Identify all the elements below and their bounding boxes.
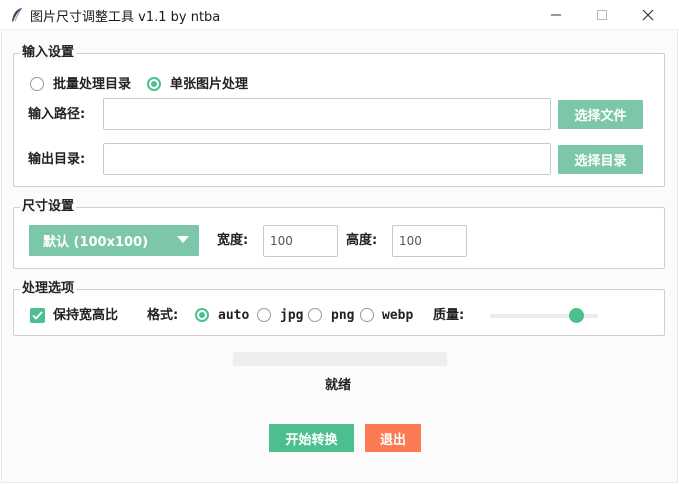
format-radio-jpg[interactable] bbox=[257, 308, 271, 322]
minimize-icon bbox=[551, 14, 561, 16]
exit-button[interactable]: 退出 bbox=[365, 424, 421, 452]
maximize-button[interactable] bbox=[579, 0, 625, 30]
input-settings-legend: 输入设置 bbox=[20, 45, 77, 61]
minimize-button[interactable] bbox=[533, 0, 579, 30]
format-label-png[interactable]: png bbox=[331, 308, 354, 324]
close-icon bbox=[642, 9, 654, 21]
format-label-auto[interactable]: auto bbox=[218, 308, 249, 324]
quality-label: 质量: bbox=[433, 308, 465, 323]
format-label-jpg[interactable]: jpg bbox=[280, 308, 303, 324]
start-button[interactable]: 开始转换 bbox=[269, 424, 354, 452]
maximize-icon bbox=[597, 10, 607, 20]
quality-slider-thumb[interactable] bbox=[568, 308, 584, 323]
height-label: 高度: bbox=[346, 233, 378, 248]
choose-dir-button[interactable]: 选择目录 bbox=[558, 145, 643, 174]
format-label: 格式: bbox=[147, 308, 179, 323]
size-settings-legend: 尺寸设置 bbox=[20, 199, 77, 215]
format-label-webp[interactable]: webp bbox=[382, 308, 413, 324]
single-mode-radio[interactable] bbox=[147, 77, 161, 91]
size-preset-dropdown[interactable]: 默认 (100x100) bbox=[29, 225, 199, 256]
format-radio-auto[interactable] bbox=[195, 308, 209, 322]
format-radio-png[interactable] bbox=[308, 308, 322, 322]
output-dir-label: 输出目录: bbox=[28, 152, 86, 167]
options-legend: 处理选项 bbox=[20, 281, 77, 297]
width-label: 宽度: bbox=[217, 233, 249, 248]
input-path-label: 输入路径: bbox=[28, 107, 86, 122]
height-field[interactable]: 100 bbox=[392, 225, 467, 257]
batch-mode-radio[interactable] bbox=[30, 77, 44, 91]
output-dir-field[interactable] bbox=[103, 143, 551, 175]
title-bar: 图片尺寸调整工具 v1.1 by ntba bbox=[0, 0, 679, 30]
input-path-field[interactable] bbox=[103, 98, 551, 130]
feather-icon bbox=[12, 7, 23, 22]
size-preset-value: 默认 (100x100) bbox=[43, 235, 149, 250]
single-mode-label[interactable]: 单张图片处理 bbox=[170, 77, 248, 93]
keep-ratio-checkbox[interactable] bbox=[30, 308, 45, 323]
checkmark-icon bbox=[32, 311, 43, 320]
progress-bar bbox=[233, 352, 447, 366]
close-button[interactable] bbox=[625, 0, 671, 30]
window-title: 图片尺寸调整工具 v1.1 by ntba bbox=[30, 10, 221, 25]
keep-ratio-label[interactable]: 保持宽高比 bbox=[53, 308, 118, 324]
format-radio-webp[interactable] bbox=[360, 308, 374, 322]
width-field[interactable]: 100 bbox=[263, 225, 338, 257]
status-text: 就绪 bbox=[325, 378, 352, 393]
batch-mode-label[interactable]: 批量处理目录 bbox=[53, 77, 131, 93]
choose-file-button[interactable]: 选择文件 bbox=[558, 100, 643, 129]
chevron-down-icon bbox=[177, 236, 189, 243]
